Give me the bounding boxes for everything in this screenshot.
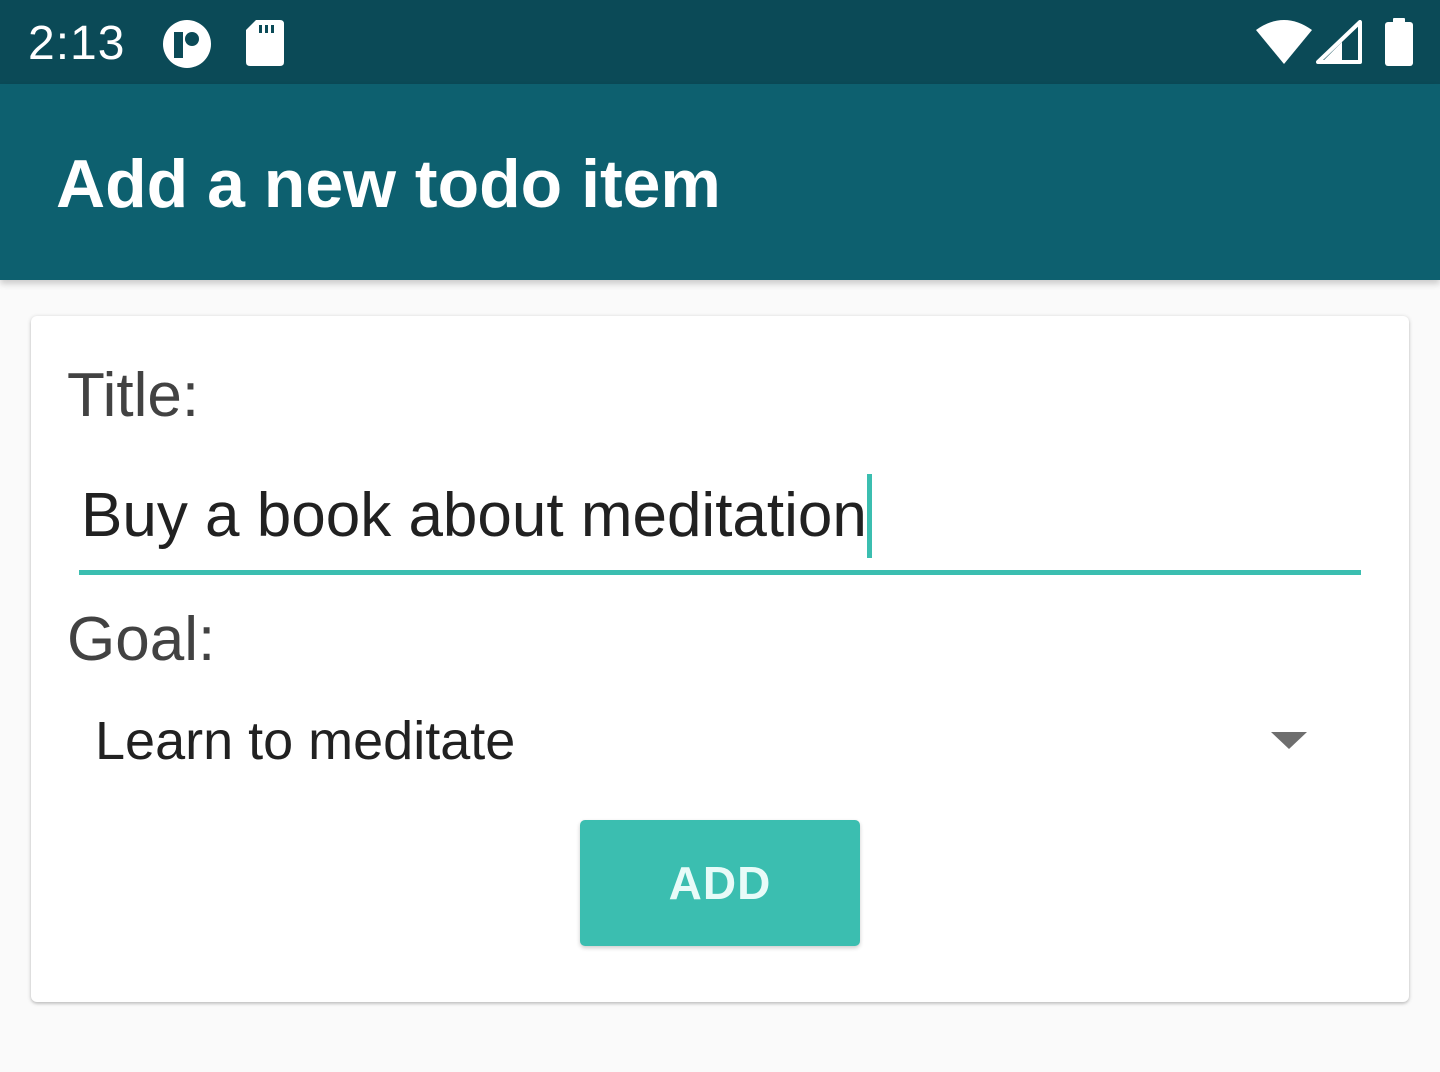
page-title: Add a new todo item bbox=[56, 146, 721, 222]
battery-icon bbox=[1385, 18, 1413, 66]
chevron-down-icon[interactable] bbox=[1271, 732, 1307, 749]
title-input-container[interactable]: Buy a book about meditation bbox=[81, 474, 872, 558]
title-input[interactable]: Buy a book about meditation bbox=[79, 466, 1361, 575]
app-notification-icon bbox=[163, 20, 211, 68]
status-time: 2:13 bbox=[28, 17, 126, 70]
text-cursor bbox=[866, 474, 872, 558]
status-bar: 2:13 bbox=[0, 0, 1440, 84]
add-button-label: ADD bbox=[668, 857, 772, 909]
goal-dropdown[interactable]: Learn to meditate bbox=[79, 694, 1361, 794]
goal-label: Goal: bbox=[67, 605, 216, 674]
wifi-icon bbox=[1256, 20, 1312, 64]
sd-card-icon bbox=[246, 20, 284, 66]
app-bar: Add a new todo item bbox=[0, 84, 1440, 280]
add-button[interactable]: ADD bbox=[580, 820, 860, 946]
goal-dropdown-value[interactable]: Learn to meditate bbox=[95, 704, 515, 778]
cell-signal-icon bbox=[1316, 20, 1362, 64]
title-input-value[interactable]: Buy a book about meditation bbox=[81, 481, 867, 550]
form-card: Title: Buy a book about meditation Goal:… bbox=[31, 316, 1409, 1002]
title-label: Title: bbox=[67, 361, 200, 430]
